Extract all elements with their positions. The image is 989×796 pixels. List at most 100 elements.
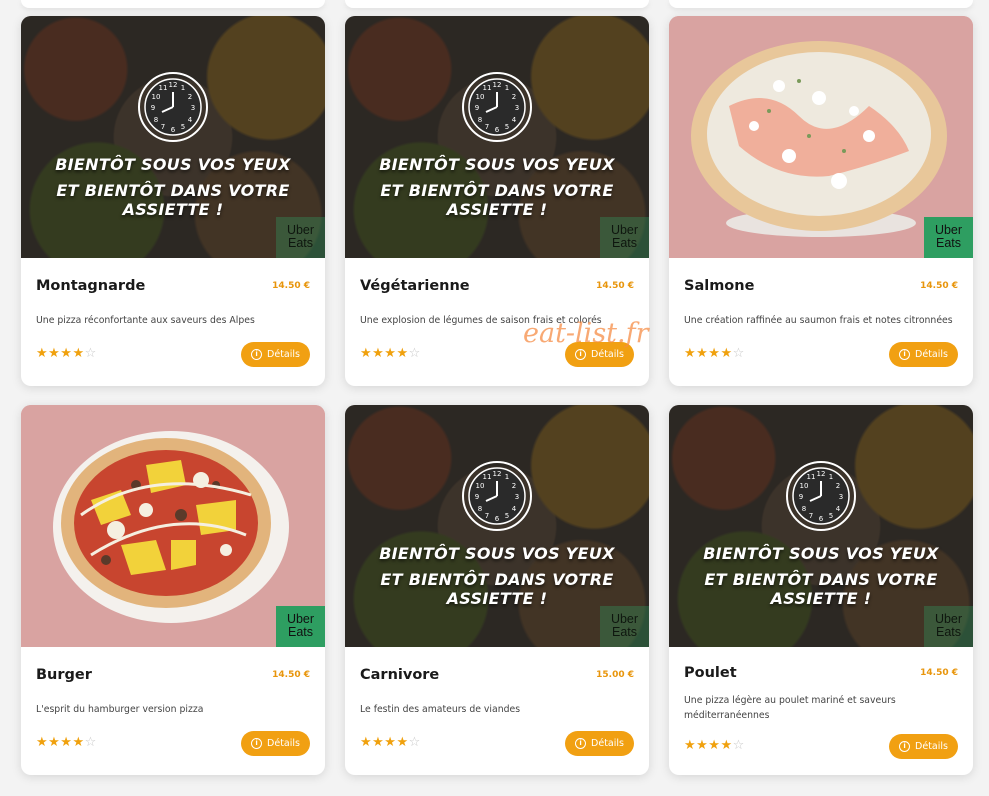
svg-text:5: 5 — [505, 123, 509, 131]
svg-text:7: 7 — [485, 512, 489, 520]
star-rating: ★★★★☆ — [360, 735, 421, 750]
svg-text:12: 12 — [169, 81, 178, 89]
star-empty-icon: ☆ — [408, 735, 421, 750]
watermark-text: eat-list.fr — [523, 318, 649, 349]
svg-text:8: 8 — [802, 505, 806, 513]
coming-soon-line-1: BIENTÔT SOUS VOS YEUX — [379, 155, 615, 174]
uber-eats-badge[interactable]: Uber Eats — [600, 217, 649, 258]
star-icon: ★★★★ — [360, 346, 409, 361]
coming-soon-line-2: ET BIENTÔT DANS VOTRE ASSIETTE ! — [380, 570, 614, 608]
star-empty-icon: ☆ — [732, 346, 745, 361]
svg-text:6: 6 — [495, 515, 500, 523]
pizza-card[interactable]: 12 3 6 9 1245 7 8 10 11 BIENTÔT SOUS VOS YEUX … — [669, 405, 973, 775]
pizza-description: L'esprit du hamburger version pizza — [36, 704, 204, 715]
star-empty-icon: ☆ — [84, 346, 97, 361]
uber-eats-badge[interactable]: Uber Eats — [276, 217, 325, 258]
star-empty-icon: ☆ — [408, 346, 421, 361]
pizza-price: 14.50 € — [272, 670, 310, 680]
svg-text:9: 9 — [475, 104, 479, 112]
star-icon: ★★★★ — [684, 738, 733, 753]
pizza-name: Carnivore — [360, 667, 440, 683]
info-icon: i — [575, 738, 587, 749]
svg-text:12: 12 — [493, 81, 502, 89]
info-icon: i — [575, 349, 587, 360]
svg-text:2: 2 — [836, 482, 840, 490]
details-button[interactable]: i Détails — [241, 731, 310, 756]
pizza-name: Montagnarde — [36, 278, 146, 294]
star-rating: ★★★★☆ — [36, 735, 97, 750]
clock-icon: 12 3 6 9 12 45 78 1011 — [138, 72, 208, 142]
uber-eats-badge[interactable]: Uber Eats — [924, 217, 973, 258]
svg-text:8: 8 — [154, 116, 158, 124]
svg-text:4: 4 — [188, 116, 193, 124]
details-button[interactable]: i Détails — [241, 342, 310, 367]
svg-text:4: 4 — [836, 505, 841, 513]
svg-text:11: 11 — [159, 84, 168, 92]
pizza-price: 14.50 € — [920, 668, 958, 678]
coming-soon-line-2: ET BIENTÔT DANS VOTRE ASSIETTE ! — [704, 570, 938, 608]
svg-text:11: 11 — [483, 473, 492, 481]
pizza-card[interactable]: Uber Eats Burger 14.50 € L'esprit du ham… — [21, 405, 325, 775]
coming-soon-image: 12 3 6 9 1245 7 8 10 11 BIENTÔT SOUS VOS YEUX … — [21, 16, 325, 258]
svg-text:1: 1 — [829, 473, 833, 481]
pizza-name: Burger — [36, 667, 92, 683]
svg-text:6: 6 — [819, 515, 824, 523]
coming-soon-image: 12 3 6 9 1245 7 8 10 11 BIENTÔT SOUS VOS YEUX … — [345, 16, 649, 258]
coming-soon-line-1: BIENTÔT SOUS VOS YEUX — [55, 155, 291, 174]
details-button[interactable]: i Détails — [889, 342, 958, 367]
svg-text:2: 2 — [512, 482, 516, 490]
svg-text:5: 5 — [181, 123, 185, 131]
star-icon: ★★★★ — [684, 346, 733, 361]
details-label: Détails — [915, 741, 948, 752]
pizza-card[interactable]: 12 3 6 9 1245 7 8 10 11 BIENTÔT SOUS VOS YEUX … — [21, 16, 325, 386]
details-label: Détails — [267, 738, 300, 749]
star-empty-icon: ☆ — [84, 735, 97, 750]
star-empty-icon: ☆ — [732, 738, 745, 753]
svg-text:5: 5 — [505, 512, 509, 520]
details-button[interactable]: i Détails — [889, 734, 958, 759]
uber-eats-line-2: Eats — [935, 625, 961, 639]
uber-eats-badge[interactable]: Uber Eats — [276, 606, 325, 647]
pizza-card[interactable]: 12 3 6 9 1245 7 8 10 11 BIENTÔT SOUS VOS YEUX … — [345, 405, 649, 775]
svg-text:10: 10 — [476, 482, 485, 490]
svg-text:9: 9 — [475, 493, 479, 501]
svg-text:1: 1 — [505, 84, 509, 92]
svg-text:7: 7 — [809, 512, 813, 520]
pizza-price: 14.50 € — [920, 281, 958, 291]
star-icon: ★★★★ — [360, 735, 409, 750]
pizza-price: 14.50 € — [596, 281, 634, 291]
uber-eats-line-2: Eats — [287, 236, 313, 250]
pizza-card[interactable]: Uber Eats Salmone 14.50 € Une création r… — [669, 16, 973, 386]
uber-eats-line-1: Uber — [934, 223, 963, 237]
pizza-description: Une création raffinée au saumon frais et… — [684, 315, 953, 326]
pizza-price: 14.50 € — [272, 281, 310, 291]
pizza-description: Une pizza légère au poulet mariné et sav… — [684, 695, 896, 721]
clock-icon: 12 3 6 9 12 45 78 1011 — [462, 72, 532, 142]
info-icon: i — [899, 349, 911, 360]
coming-soon-line-1: BIENTÔT SOUS VOS YEUX — [379, 544, 615, 563]
clock-icon: 12 3 6 9 12 45 78 1011 — [462, 461, 532, 531]
svg-text:3: 3 — [515, 493, 519, 501]
svg-text:12: 12 — [493, 470, 502, 478]
svg-text:8: 8 — [478, 116, 482, 124]
svg-text:3: 3 — [191, 104, 195, 112]
svg-text:1: 1 — [181, 84, 185, 92]
uber-eats-badge[interactable]: Uber Eats — [924, 606, 973, 647]
pizza-name: Végétarienne — [360, 278, 470, 294]
pizza-price: 15.00 € — [596, 670, 634, 680]
uber-eats-line-1: Uber — [286, 612, 315, 626]
coming-soon-image: 12 3 6 9 1245 7 8 10 11 BIENTÔT SOUS VOS YEUX … — [345, 405, 649, 647]
svg-text:7: 7 — [161, 123, 165, 131]
uber-eats-badge[interactable]: Uber Eats — [600, 606, 649, 647]
star-icon: ★★★★ — [36, 346, 85, 361]
svg-text:3: 3 — [515, 104, 519, 112]
star-rating: ★★★★☆ — [684, 738, 745, 753]
svg-text:2: 2 — [188, 93, 192, 101]
uber-eats-line-2: Eats — [611, 625, 637, 639]
uber-eats-line-2: Eats — [287, 625, 313, 639]
uber-eats-line-2: Eats — [611, 236, 637, 250]
star-icon: ★★★★ — [36, 735, 85, 750]
details-button[interactable]: i Détails — [565, 731, 634, 756]
svg-text:12: 12 — [817, 470, 826, 478]
pizza-name: Poulet — [684, 665, 737, 681]
